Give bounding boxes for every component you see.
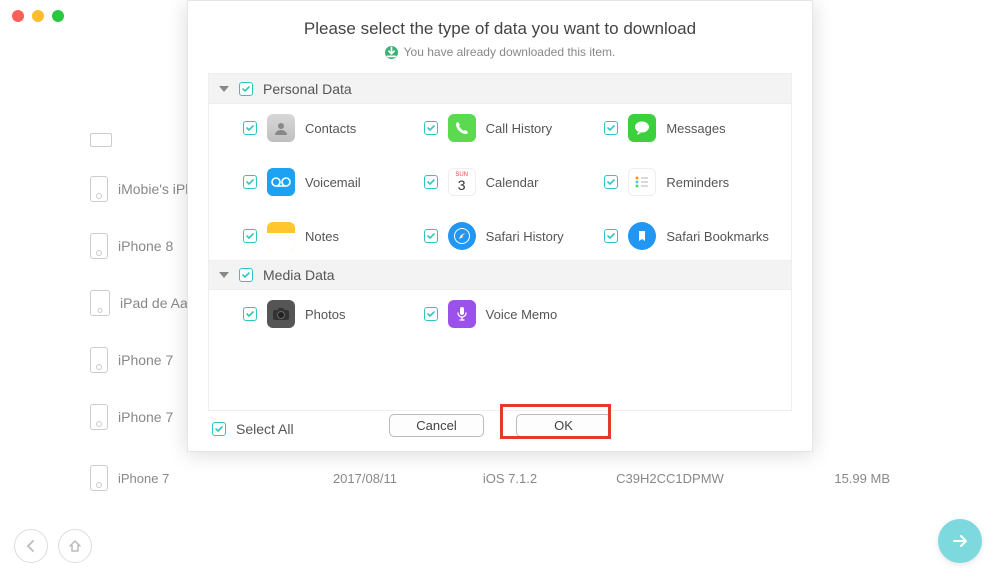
item-photos[interactable]: Photos: [243, 300, 416, 328]
modal-subtitle-text: You have already downloaded this item.: [404, 45, 616, 59]
chevron-down-icon: [219, 272, 229, 278]
chevron-down-icon: [219, 86, 229, 92]
checkbox-callhistory[interactable]: [424, 121, 438, 135]
cancel-button[interactable]: Cancel: [389, 414, 484, 437]
media-items-grid: Photos Voice Memo: [209, 290, 791, 338]
phone-icon: [90, 233, 108, 259]
item-label: Contacts: [305, 121, 356, 136]
minimize-window-button[interactable]: [32, 10, 44, 22]
checkbox-contacts[interactable]: [243, 121, 257, 135]
checkbox-calendar[interactable]: [424, 175, 438, 189]
phone-icon: [90, 404, 108, 430]
device-icon: [90, 133, 112, 147]
modal-title: Please select the type of data you want …: [208, 19, 792, 39]
item-label: Reminders: [666, 175, 729, 190]
backup-device-name: iPhone 7: [118, 471, 169, 486]
item-label: Notes: [305, 229, 339, 244]
item-reminders[interactable]: Reminders: [604, 168, 777, 196]
category-label: Media Data: [263, 267, 335, 283]
item-label: Voicemail: [305, 175, 361, 190]
back-button[interactable]: [14, 529, 48, 563]
device-label: iPhone 7: [118, 409, 173, 425]
phone-icon: [448, 114, 476, 142]
backup-size: 15.99 MB: [770, 471, 890, 486]
device-label: iPhone 8: [118, 238, 173, 254]
contacts-icon: [267, 114, 295, 142]
item-safaribookmarks[interactable]: Safari Bookmarks: [604, 222, 777, 250]
home-button[interactable]: [58, 529, 92, 563]
checkbox-safarihistory[interactable]: [424, 229, 438, 243]
backup-ios-version: iOS 7.1.2: [450, 471, 570, 486]
messages-icon: [628, 114, 656, 142]
reminders-icon: [628, 168, 656, 196]
nav-buttons: [14, 529, 92, 563]
category-checkbox-media[interactable]: [239, 268, 253, 282]
phone-icon: [90, 176, 108, 202]
notes-icon: [267, 222, 295, 250]
personal-items-grid: Contacts Call History Messages Voicemail…: [209, 104, 791, 260]
download-icon: [385, 46, 398, 59]
modal-subtitle: You have already downloaded this item.: [208, 45, 792, 59]
voicemail-icon: [267, 168, 295, 196]
data-categories-scroll[interactable]: Personal Data Contacts Call History Mess…: [208, 73, 792, 411]
item-label: Call History: [486, 121, 552, 136]
item-contacts[interactable]: Contacts: [243, 114, 416, 142]
ok-button[interactable]: OK: [516, 414, 611, 437]
item-label: Safari History: [486, 229, 564, 244]
checkbox-safaribookmarks[interactable]: [604, 229, 618, 243]
bookmark-icon: [628, 222, 656, 250]
item-voicememo[interactable]: Voice Memo: [424, 300, 597, 328]
item-label: Safari Bookmarks: [666, 229, 769, 244]
device-label: iPhone 7: [118, 352, 173, 368]
tablet-icon: [90, 290, 110, 316]
backup-file-row[interactable]: iPhone 7 2017/08/11 iOS 7.1.2 C39H2CC1DP…: [90, 465, 910, 491]
item-label: Messages: [666, 121, 725, 136]
calendar-icon: SUN3: [448, 168, 476, 196]
next-button[interactable]: [938, 519, 982, 563]
microphone-icon: [448, 300, 476, 328]
checkbox-photos[interactable]: [243, 307, 257, 321]
phone-icon: [90, 347, 108, 373]
item-voicemail[interactable]: Voicemail: [243, 168, 416, 196]
item-callhistory[interactable]: Call History: [424, 114, 597, 142]
backup-serial: C39H2CC1DPMW: [570, 471, 770, 486]
safari-icon: [448, 222, 476, 250]
maximize-window-button[interactable]: [52, 10, 64, 22]
close-window-button[interactable]: [12, 10, 24, 22]
item-messages[interactable]: Messages: [604, 114, 777, 142]
window-traffic-lights: [12, 10, 64, 22]
item-label: Calendar: [486, 175, 539, 190]
data-type-modal: Please select the type of data you want …: [187, 0, 813, 452]
backup-date: 2017/08/11: [280, 471, 450, 486]
checkbox-messages[interactable]: [604, 121, 618, 135]
category-header-media[interactable]: Media Data: [209, 260, 791, 290]
checkbox-select-all[interactable]: [212, 422, 226, 436]
category-label: Personal Data: [263, 81, 352, 97]
checkbox-notes[interactable]: [243, 229, 257, 243]
select-all-label: Select All: [236, 421, 294, 437]
camera-icon: [267, 300, 295, 328]
item-label: Voice Memo: [486, 307, 558, 322]
checkbox-voicememo[interactable]: [424, 307, 438, 321]
phone-icon: [90, 465, 108, 491]
item-label: Photos: [305, 307, 345, 322]
item-calendar[interactable]: SUN3 Calendar: [424, 168, 597, 196]
item-safarihistory[interactable]: Safari History: [424, 222, 597, 250]
checkbox-reminders[interactable]: [604, 175, 618, 189]
checkbox-voicemail[interactable]: [243, 175, 257, 189]
modal-buttons: Cancel OK: [389, 414, 611, 437]
item-notes[interactable]: Notes: [243, 222, 416, 250]
category-checkbox-personal[interactable]: [239, 82, 253, 96]
category-header-personal[interactable]: Personal Data: [209, 74, 791, 104]
select-all-row[interactable]: Select All: [212, 421, 294, 437]
